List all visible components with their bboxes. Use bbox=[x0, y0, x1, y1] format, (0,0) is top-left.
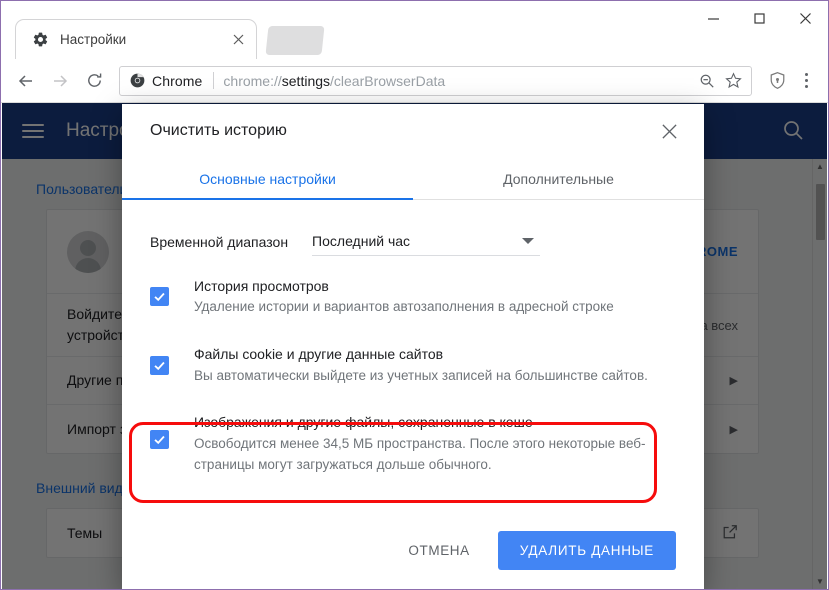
chrome-logo-icon bbox=[130, 73, 145, 88]
back-button[interactable] bbox=[9, 64, 43, 98]
dialog-tabs: Основные настройки Дополнительные bbox=[122, 158, 704, 200]
url-path: /clearBrowserData bbox=[330, 72, 446, 89]
checkbox-cookies[interactable] bbox=[150, 355, 169, 375]
reload-button[interactable] bbox=[77, 64, 111, 98]
option-cookies[interactable]: Файлы cookie и другие данные сайтов Вы а… bbox=[150, 330, 676, 398]
gear-icon bbox=[32, 31, 49, 48]
time-range-label: Временной диапазон bbox=[150, 234, 289, 250]
zoom-out-icon[interactable] bbox=[695, 69, 719, 93]
tab-advanced-settings[interactable]: Дополнительные bbox=[413, 158, 704, 199]
three-dot-menu-icon[interactable] bbox=[792, 66, 820, 96]
new-tab-button[interactable] bbox=[265, 26, 325, 55]
dialog-header: Очистить историю bbox=[122, 104, 704, 158]
tab-basic-settings[interactable]: Основные настройки bbox=[122, 158, 413, 199]
option-title: Файлы cookie и другие данные сайтов bbox=[194, 346, 444, 363]
shield-icon[interactable] bbox=[762, 66, 792, 96]
checkbox-cached-files[interactable] bbox=[150, 430, 169, 450]
option-browsing-history-text: История просмотров Удаление истории и ва… bbox=[194, 276, 676, 318]
dialog-title: Очистить историю bbox=[150, 122, 287, 139]
option-cached-files-text: Изображения и другие файлы, сохраненные … bbox=[194, 412, 676, 475]
time-range-row: Временной диапазон Последний час bbox=[150, 216, 676, 262]
browser-toolbar: Chrome chrome://settings/clearBrowserDat… bbox=[1, 59, 828, 103]
option-title: История просмотров bbox=[194, 278, 329, 294]
tab-title: Настройки bbox=[60, 32, 127, 47]
url-text: chrome://settings/clearBrowserData bbox=[223, 73, 693, 89]
checkbox-browsing-history[interactable] bbox=[150, 287, 169, 306]
time-range-select[interactable]: Последний час bbox=[312, 226, 541, 256]
chrome-security-badge: Chrome bbox=[130, 73, 202, 89]
option-description: Удаление истории и вариантов автозаполне… bbox=[194, 299, 614, 315]
tab-strip: Настройки bbox=[1, 17, 828, 59]
dialog-body: Временной диапазон Последний час История… bbox=[122, 200, 704, 517]
dialog-footer: ОТМЕНА УДАЛИТЬ ДАННЫЕ bbox=[122, 517, 704, 589]
forward-button[interactable] bbox=[43, 64, 77, 98]
clear-browsing-data-dialog: Очистить историю Основные настройки Допо… bbox=[122, 104, 704, 589]
url-scheme: chrome:// bbox=[223, 72, 282, 89]
omnibox-divider bbox=[213, 72, 215, 89]
url-host: settings bbox=[281, 72, 331, 89]
browser-tab-settings[interactable]: Настройки bbox=[15, 19, 257, 59]
clear-data-button[interactable]: УДАЛИТЬ ДАННЫЕ bbox=[497, 530, 676, 570]
chrome-badge-label: Chrome bbox=[152, 72, 203, 89]
address-bar[interactable]: Chrome chrome://settings/clearBrowserDat… bbox=[119, 65, 752, 96]
star-icon[interactable] bbox=[721, 69, 745, 93]
option-cookies-text: Файлы cookie и другие данные сайтов Вы а… bbox=[194, 344, 676, 386]
title-bar: Настройки bbox=[1, 1, 828, 59]
time-range-value: Последний час bbox=[312, 232, 411, 249]
option-cached-files[interactable]: Изображения и другие файлы, сохраненные … bbox=[150, 398, 676, 487]
option-description: Вы автоматически выйдете из учетных запи… bbox=[194, 367, 648, 383]
chevron-down-icon bbox=[522, 237, 535, 244]
option-title: Изображения и другие файлы, сохраненные … bbox=[194, 414, 533, 431]
cancel-button[interactable]: ОТМЕНА bbox=[394, 533, 483, 568]
option-description: Освободится менее 34,5 МБ пространства. … bbox=[194, 435, 646, 472]
close-icon[interactable] bbox=[654, 116, 684, 146]
tab-close-icon[interactable] bbox=[228, 30, 248, 50]
option-browsing-history[interactable]: История просмотров Удаление истории и ва… bbox=[150, 262, 676, 330]
browser-window: Настройки Chrome chrome://settings/clear… bbox=[0, 0, 829, 590]
